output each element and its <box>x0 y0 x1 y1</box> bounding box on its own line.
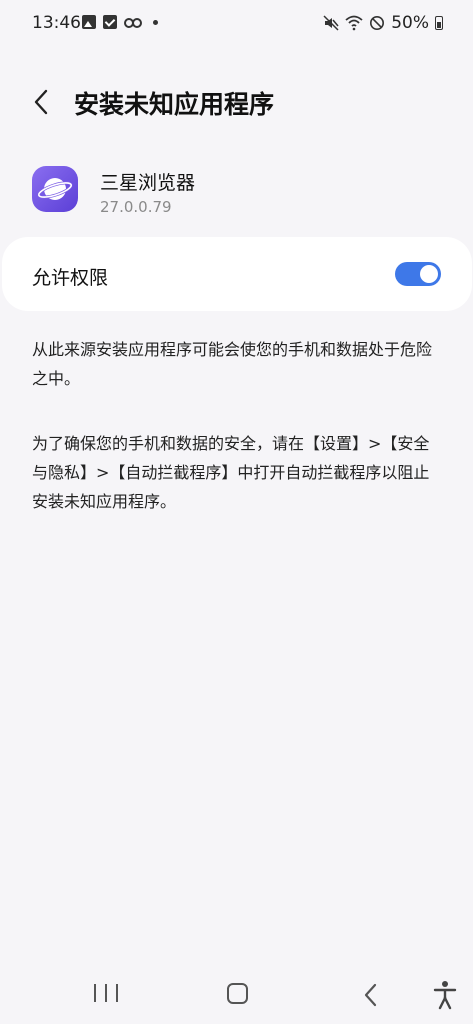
checkbox-icon <box>103 15 117 29</box>
warning-text: 从此来源安装应用程序可能会使您的手机和数据处于危险之中。 <box>32 340 433 388</box>
notification-icons <box>82 15 158 29</box>
chevron-left-icon <box>34 89 48 115</box>
system-icons: 50% <box>323 13 443 33</box>
allow-permission-row[interactable]: 允许权限 <box>2 237 472 311</box>
back-button[interactable] <box>26 84 56 120</box>
samsung-internet-icon <box>32 166 78 212</box>
navigation-bar <box>0 970 473 1024</box>
status-time: 13:46 <box>32 13 81 33</box>
home-icon[interactable] <box>227 983 248 1004</box>
permission-label: 允许权限 <box>32 267 109 289</box>
gallery-icon <box>82 15 96 29</box>
do-not-disturb-icon <box>370 16 385 30</box>
recents-icon[interactable] <box>94 984 118 1006</box>
accessibility-icon[interactable] <box>432 980 458 1010</box>
toggle-knob <box>420 265 438 283</box>
app-version: 27.0.0.79 <box>100 198 172 216</box>
voicemail-icon <box>124 17 142 28</box>
wifi-icon <box>345 15 363 31</box>
app-name: 三星浏览器 <box>100 172 196 194</box>
mute-icon <box>323 15 339 31</box>
dot-icon <box>153 19 158 25</box>
allow-permission-toggle[interactable] <box>395 262 441 286</box>
back-icon[interactable] <box>360 982 384 1008</box>
battery-percent: 50% <box>391 13 429 33</box>
battery-icon <box>435 16 443 30</box>
page-title: 安装未知应用程序 <box>74 90 275 119</box>
security-advice-text: 为了确保您的手机和数据的安全，请在【设置】>【安全与隐私】>【自动拦截程序】中打… <box>32 434 430 511</box>
status-bar: 13:46 50% <box>0 0 473 48</box>
